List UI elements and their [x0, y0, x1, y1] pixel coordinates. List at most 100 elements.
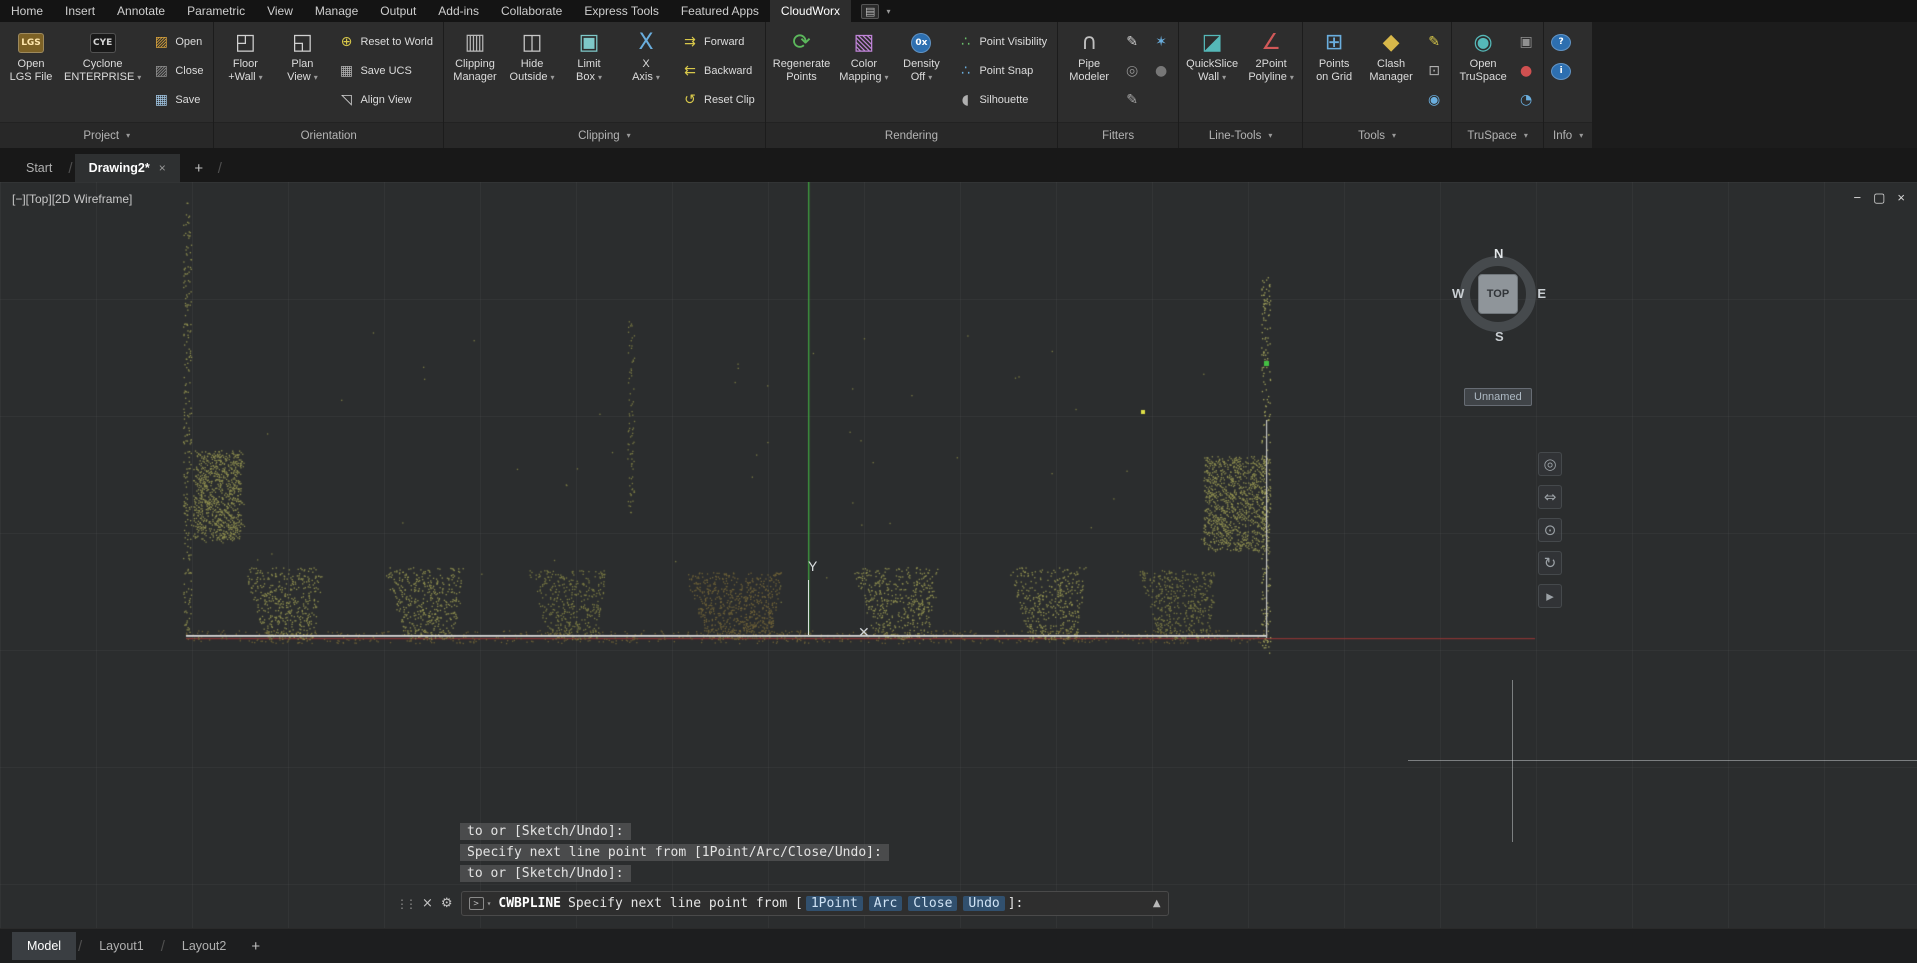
ribbon-button-clash-manager[interactable]: ◆ClashManager: [1364, 26, 1418, 86]
ribbon-button-floor-wall[interactable]: ◰Floor+Wall▾: [218, 26, 272, 86]
recent-commands-icon[interactable]: ▾: [487, 899, 492, 908]
ribbon-button-truspace-record[interactable]: ●: [1513, 58, 1539, 84]
ribbon-button-cyclone-enterprise[interactable]: CYECycloneENTERPRISE▾: [61, 26, 144, 86]
new-layout-button[interactable]: +: [251, 938, 260, 955]
ribbon-button-fitter-region[interactable]: ◎: [1119, 58, 1145, 84]
ribbon-button-tool-annotate[interactable]: ✎: [1421, 29, 1447, 55]
menu-tab-output[interactable]: Output: [369, 0, 427, 22]
ribbon-button-truspace-orbit[interactable]: ◔: [1513, 87, 1539, 113]
ribbon-button-open-truspace[interactable]: ◉OpenTruSpace: [1456, 26, 1510, 86]
menu-tab-cloudworx[interactable]: CloudWorx: [770, 0, 851, 22]
ribbon-button-reset-to-world[interactable]: ⊕Reset to World: [332, 29, 439, 55]
command-prompt-icon[interactable]: > ▾: [469, 897, 492, 910]
ribbon-button-x-axis[interactable]: XXAxis▾: [619, 26, 673, 86]
command-expand-icon[interactable]: ▲: [1153, 898, 1161, 909]
ribbon-button-save-ucs[interactable]: ▦Save UCS: [332, 58, 439, 84]
ribbon-button-density-off[interactable]: 0xDensityOff▾: [894, 26, 948, 86]
ribbon-button-hide-outside[interactable]: ◫HideOutside▾: [505, 26, 559, 86]
ribbon-button-reset-clip[interactable]: ↺Reset Clip: [676, 87, 761, 113]
customize-icon[interactable]: ⚙: [441, 896, 453, 911]
ribbon-button-silhouette[interactable]: ◖Silhouette: [951, 87, 1053, 113]
ribbon-panel-footer-tools[interactable]: Tools▾: [1303, 122, 1451, 148]
ribbon-button-points-on-grid[interactable]: ⊞Pointson Grid: [1307, 26, 1361, 86]
ribbon-button-fitter-sketch[interactable]: ✎: [1119, 87, 1145, 113]
menu-tab-add-ins[interactable]: Add-ins: [427, 0, 490, 22]
compass-east[interactable]: E: [1537, 286, 1546, 301]
ribbon-button-point-visibility[interactable]: ∴Point Visibility: [951, 29, 1053, 55]
full-navigation-wheel-button[interactable]: ◎: [1538, 452, 1562, 476]
ribbon-button-plan-view[interactable]: ◱PlanView▾: [275, 26, 329, 86]
ribbon-button-regenerate-points[interactable]: ⟳RegeneratePoints: [770, 26, 834, 86]
layout-tab-layout1[interactable]: Layout1: [84, 932, 158, 960]
ribbon-panel-footer-line-tools[interactable]: Line-Tools▾: [1179, 122, 1302, 148]
ribbon-button-clipping-manager[interactable]: ▥ClippingManager: [448, 26, 502, 86]
layout-tab-model[interactable]: Model: [12, 932, 76, 960]
menu-tab-parametric[interactable]: Parametric: [176, 0, 256, 22]
pan-button[interactable]: ⇔: [1538, 485, 1562, 509]
orbit-button[interactable]: ↻: [1538, 551, 1562, 575]
ribbon-button-limit-box[interactable]: ▣LimitBox▾: [562, 26, 616, 86]
viewcube-top-face[interactable]: TOP: [1478, 274, 1518, 314]
restore-icon[interactable]: ▢: [1873, 190, 1885, 206]
ribbon-panel-footer-truspace[interactable]: TruSpace▾: [1452, 122, 1543, 148]
ribbon-panel-footer-orientation[interactable]: Orientation: [214, 122, 443, 148]
ribbon-panel-footer-rendering[interactable]: Rendering: [766, 122, 1057, 148]
ribbon-button-fitter-edit[interactable]: ✎: [1119, 29, 1145, 55]
ribbon-panel-footer-info[interactable]: Info▾: [1544, 122, 1592, 148]
ribbon-panel-footer-project[interactable]: Project▾: [0, 122, 213, 148]
doc-tab-drawing2[interactable]: Drawing2*×: [75, 154, 180, 182]
compass-west[interactable]: W: [1452, 286, 1464, 301]
ribbon-button-truspace-sync[interactable]: ▣: [1513, 29, 1539, 55]
ribbon-button-point-snap[interactable]: ∴Point Snap: [951, 58, 1053, 84]
close-tab-icon[interactable]: ×: [159, 161, 166, 175]
compass-north[interactable]: N: [1494, 246, 1503, 261]
ribbon-button-align-view[interactable]: ◹Align View: [332, 87, 439, 113]
minimize-icon[interactable]: −: [1854, 190, 1862, 206]
ribbon-button-help[interactable]: ?: [1548, 29, 1574, 55]
ribbon-button-backward[interactable]: ⇇Backward: [676, 58, 761, 84]
ribbon-button-2point-polyline[interactable]: ∠2PointPolyline▾: [1244, 26, 1298, 86]
menu-tab-view[interactable]: View: [256, 0, 304, 22]
ribbon-button-fitter-extract[interactable]: ✶: [1148, 29, 1174, 55]
menu-tab-featured-apps[interactable]: Featured Apps: [670, 0, 770, 22]
compass-south[interactable]: S: [1495, 329, 1504, 344]
drag-handle-icon[interactable]: ⋮⋮: [396, 897, 414, 911]
command-keyword-undo[interactable]: Undo: [963, 896, 1004, 911]
command-keyword-close[interactable]: Close: [908, 896, 957, 911]
viewport[interactable]: [−][Top][2D Wireframe] − ▢ × N W E S TOP…: [0, 182, 1917, 928]
ribbon-button-color-mapping[interactable]: ▧ColorMapping▾: [836, 26, 891, 86]
ribbon-panel-footer-clipping[interactable]: Clipping▾: [444, 122, 765, 148]
showmotion-button[interactable]: ▸: [1538, 584, 1562, 608]
ribbon-button-open-lgs-file[interactable]: LGSOpenLGS File: [4, 26, 58, 86]
ribbon-button-save[interactable]: ▦Save: [147, 87, 209, 113]
close-icon[interactable]: ×: [1897, 190, 1905, 206]
ribbon-button-tool-cell[interactable]: ⊡: [1421, 58, 1447, 84]
ribbon-button-about[interactable]: i: [1548, 58, 1574, 84]
menu-tab-insert[interactable]: Insert: [54, 0, 106, 22]
layout-tab-layout2[interactable]: Layout2: [167, 932, 241, 960]
zoom-button[interactable]: ⊙: [1538, 518, 1562, 542]
workspace-switcher-button[interactable]: ▤ ▾: [851, 0, 900, 22]
command-keyword-1point[interactable]: 1Point: [806, 896, 863, 911]
command-keyword-arc[interactable]: Arc: [869, 896, 902, 911]
ribbon-button-quickslice-wall[interactable]: ◪QuickSliceWall▾: [1183, 26, 1241, 86]
viewport-controls-label[interactable]: [−][Top][2D Wireframe]: [12, 192, 132, 206]
ribbon-button-forward[interactable]: ⇉Forward: [676, 29, 761, 55]
menu-tab-express-tools[interactable]: Express Tools: [573, 0, 669, 22]
menu-tab-home[interactable]: Home: [0, 0, 54, 22]
ribbon-button-fitter-point[interactable]: ●: [1148, 58, 1174, 84]
view-compass[interactable]: N W E S TOP: [1448, 244, 1548, 344]
ribbon-button-tool-point[interactable]: ◉: [1421, 87, 1447, 113]
new-drawing-button[interactable]: +: [186, 156, 212, 180]
menu-tab-annotate[interactable]: Annotate: [106, 0, 176, 22]
menu-tab-manage[interactable]: Manage: [304, 0, 369, 22]
menu-tab-collaborate[interactable]: Collaborate: [490, 0, 573, 22]
ribbon-panel-footer-fitters[interactable]: Fitters: [1058, 122, 1178, 148]
ribbon-button-pipe-modeler[interactable]: ∩PipeModeler: [1062, 26, 1116, 86]
view-name-badge[interactable]: Unnamed: [1464, 388, 1532, 406]
ribbon-button-open[interactable]: ▨Open: [147, 29, 209, 55]
ribbon-button-close[interactable]: ▨Close: [147, 58, 209, 84]
doc-tab-start[interactable]: Start: [12, 154, 66, 182]
close-command-line-icon[interactable]: ×: [422, 896, 433, 911]
command-input[interactable]: > ▾ CWBPLINE Specify next line point fro…: [461, 891, 1169, 916]
